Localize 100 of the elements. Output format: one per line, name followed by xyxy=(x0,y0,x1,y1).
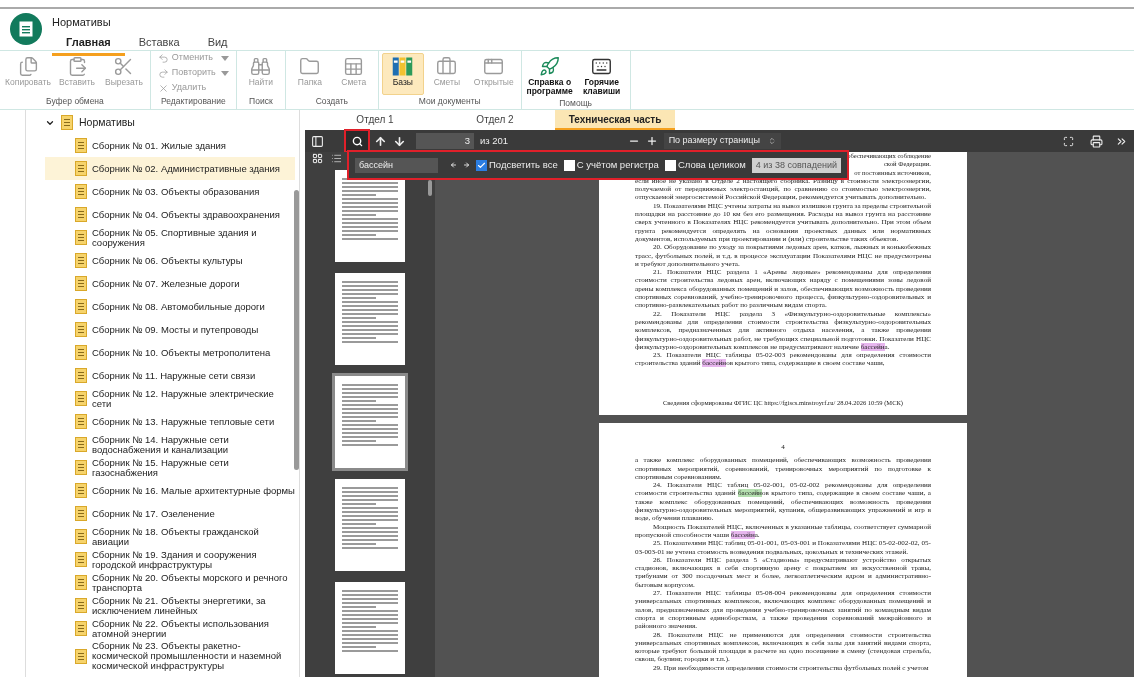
tree-item[interactable]: Сборник № 05. Спортивные здания и сооружения xyxy=(45,226,295,249)
document-icon xyxy=(75,368,87,383)
tree-item[interactable]: Нормативы xyxy=(79,114,135,131)
document-icon xyxy=(75,598,87,613)
tree-item[interactable]: Сборник № 23. Объекты ракетно-космической промышленности и наземной космической инфраструктуры xyxy=(45,640,295,672)
document-icon xyxy=(75,414,87,429)
checkbox[interactable] xyxy=(664,159,676,171)
copy-icon xyxy=(17,56,39,77)
zoom-select[interactable]: По размеру страницы xyxy=(663,133,781,149)
page-thumbnail[interactable] xyxy=(332,270,408,368)
document-icon xyxy=(75,345,87,360)
binders-icon xyxy=(392,56,414,77)
page-thumbnail[interactable] xyxy=(332,167,408,265)
document-icon xyxy=(75,391,87,406)
document-icon xyxy=(75,138,87,153)
tree-item[interactable]: Сборник № 18. Объекты гражданской авиации xyxy=(45,525,295,548)
next-match-icon[interactable] xyxy=(462,159,470,171)
match-count: 4 из 38 совпадений xyxy=(751,157,841,173)
checkbox-label[interactable]: Подсветить все xyxy=(489,157,558,173)
next-page-icon[interactable] xyxy=(393,134,406,148)
tree-item[interactable]: Сборник № 13. Наружные тепловые сети xyxy=(45,410,295,433)
app-title: Нормативы xyxy=(52,15,112,30)
document-tab[interactable]: Отдел 1 xyxy=(315,110,435,130)
zoom-in-icon[interactable] xyxy=(645,135,658,147)
tree-item[interactable]: Сборник № 21. Объекты энергетики, за исключением линейных xyxy=(45,594,295,617)
cross-icon xyxy=(157,82,169,94)
tree-item[interactable]: Сборник № 11. Наружные сети связи xyxy=(45,364,295,387)
page-thumbnail[interactable] xyxy=(332,373,408,471)
tree-item[interactable]: Сборник № 02. Административные здания xyxy=(45,157,295,180)
document-icon xyxy=(75,552,87,567)
binoculars-icon xyxy=(250,56,272,77)
ribbon-button[interactable]: Горячие клавиши xyxy=(576,53,627,97)
checkbox-label[interactable]: Слова целиком xyxy=(677,157,746,173)
redo-icon xyxy=(157,67,169,79)
updown-caret-icon xyxy=(768,137,776,145)
tree-item[interactable]: Сборник № 20. Объекты морского и речного транспорта xyxy=(45,571,295,594)
group-label: Создать xyxy=(315,95,348,109)
document-icon xyxy=(75,253,87,268)
document-icon xyxy=(75,506,87,521)
document-icon xyxy=(75,648,87,664)
scrollbar[interactable] xyxy=(428,180,432,196)
scrollbar[interactable] xyxy=(294,190,299,470)
spreadsheet-icon xyxy=(343,56,365,77)
document-icon xyxy=(75,621,87,636)
document-icon xyxy=(75,230,87,245)
grid-view-icon[interactable] xyxy=(312,153,323,164)
tree-item[interactable]: Сборник № 10. Объекты метрополитена xyxy=(45,341,295,364)
tree-item[interactable]: Сборник № 22. Объекты использования атомной энергии xyxy=(45,617,295,640)
search-field[interactable]: бассейн xyxy=(355,157,438,173)
tree-item[interactable]: Сборник № 17. Озеленение xyxy=(45,502,295,525)
document-icon xyxy=(75,437,87,452)
tree-item[interactable]: Сборник № 06. Объекты культуры xyxy=(45,249,295,272)
tree-item[interactable]: Сборник № 07. Железные дороги xyxy=(45,272,295,295)
search-toggle[interactable] xyxy=(346,131,368,151)
checkbox[interactable] xyxy=(476,159,487,171)
tree-item[interactable]: Сборник № 01. Жилые здания xyxy=(45,134,295,157)
previous-match-icon[interactable] xyxy=(449,159,457,171)
page-thumbnail[interactable] xyxy=(332,579,408,677)
list-view-icon[interactable] xyxy=(331,153,342,164)
ribbon-button[interactable]: Базы xyxy=(381,53,424,96)
print-icon[interactable] xyxy=(1090,134,1103,148)
group-label: Помощь xyxy=(559,97,593,110)
undo-icon xyxy=(157,52,169,64)
tree-item[interactable]: Сборник № 19. Здания и сооружения городской инфраструктуры xyxy=(45,548,295,571)
page-thumbnail[interactable] xyxy=(332,476,408,574)
previous-page-icon[interactable] xyxy=(374,134,387,148)
document-icon xyxy=(75,184,87,199)
document-tab[interactable]: Техническая часть xyxy=(555,110,675,130)
tree-item[interactable]: Сборник № 08. Автомобильные дороги xyxy=(45,295,295,318)
ribbon-button[interactable]: Справка о программе xyxy=(524,53,575,97)
document-icon xyxy=(75,483,87,498)
document-icon xyxy=(75,161,87,176)
document-icon xyxy=(75,322,87,337)
tree-item[interactable]: Сборник № 04. Объекты здравоохранения xyxy=(45,203,295,226)
tree-item[interactable]: Сборник № 09. Мосты и путепроводы xyxy=(45,318,295,341)
keyboard-icon xyxy=(591,56,613,77)
page-total: из 201 xyxy=(480,133,509,148)
sidebar-toggle-icon[interactable] xyxy=(311,134,324,148)
tree-item[interactable]: Сборник № 12. Наружные электрические сети xyxy=(45,387,295,410)
group-label: Редактирование xyxy=(160,95,226,109)
folder-icon xyxy=(299,56,321,77)
search-icon xyxy=(351,135,363,147)
document-icon xyxy=(75,207,87,222)
checkbox[interactable] xyxy=(563,159,575,171)
tree-item[interactable]: Сборник № 03. Объекты образования xyxy=(45,180,295,203)
document-icon xyxy=(75,460,87,475)
document-icon xyxy=(61,115,73,130)
checkbox-label[interactable]: С учётом регистра xyxy=(576,157,659,173)
document-icon xyxy=(75,299,87,314)
fullscreen-icon[interactable] xyxy=(1063,135,1074,147)
menu-tab[interactable]: Главная xyxy=(52,33,125,56)
document-tab[interactable]: Отдел 2 xyxy=(435,110,555,130)
briefcase-icon xyxy=(436,56,458,77)
tree-item[interactable]: Сборник № 16. Малые архитектурные формы xyxy=(45,479,295,502)
document-icon xyxy=(75,575,87,590)
rocket-icon xyxy=(539,56,561,77)
document-icon xyxy=(19,21,33,37)
tree-item[interactable]: Сборник № 14. Наружные сети водоснабжения и канализации xyxy=(45,433,295,456)
tree-item[interactable]: Сборник № 15. Наружные сети газоснабжения xyxy=(45,456,295,479)
page-input[interactable]: 3 xyxy=(416,133,474,149)
